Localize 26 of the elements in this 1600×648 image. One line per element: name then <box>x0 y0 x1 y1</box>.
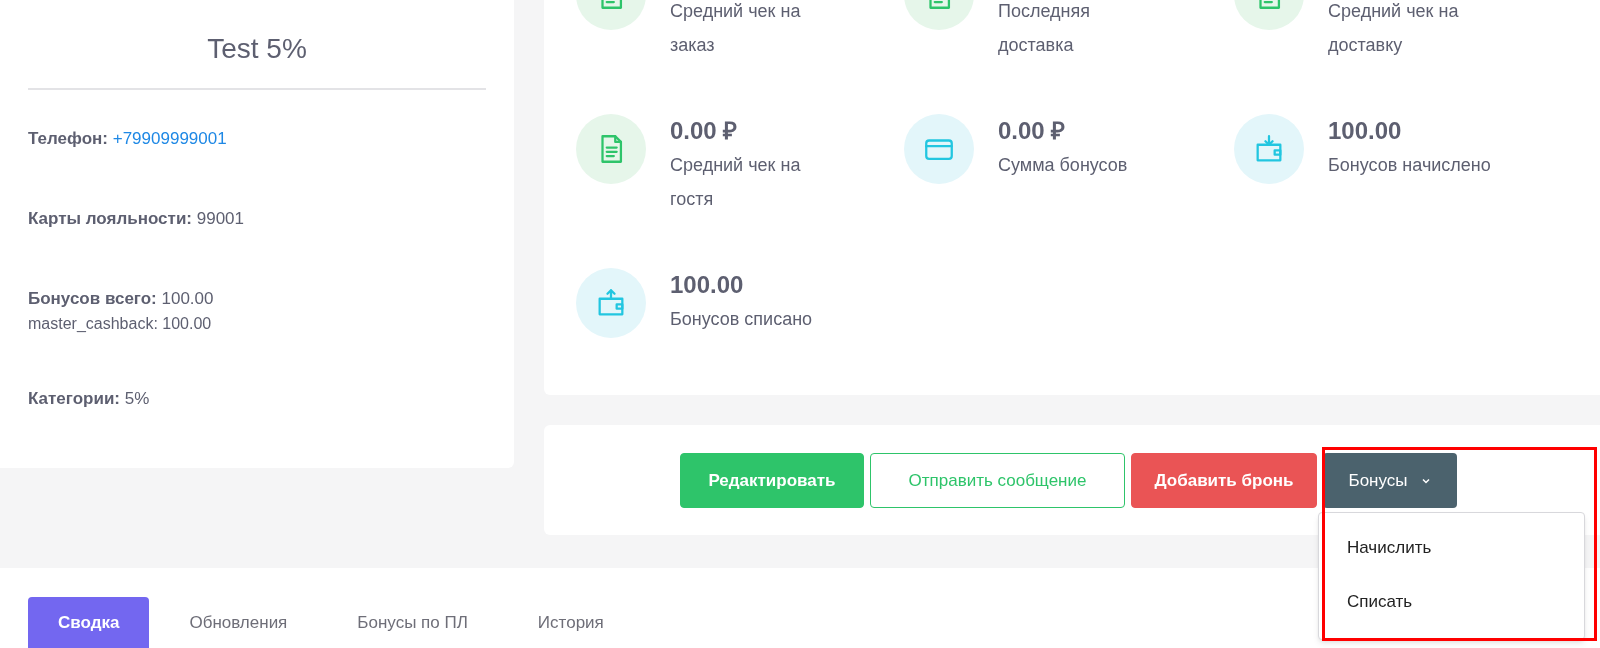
field-row-text: Категории: 5% <box>28 388 151 410</box>
menu-item[interactable]: Списать <box>1319 575 1584 629</box>
field-row-text: Бонусов всего: 100.00 <box>28 288 215 310</box>
stat-label: Средний чек на гостя <box>670 154 802 211</box>
stat-label: Бонусов списано <box>670 308 814 331</box>
tab[interactable]: Сводка <box>28 597 150 648</box>
stat-value: 0.00 ₽ <box>998 116 1067 146</box>
stat-label: Сумма бонусов <box>998 154 1129 177</box>
stat-value: 100.00 <box>1328 116 1403 146</box>
menu-item[interactable]: Начислить <box>1319 521 1584 575</box>
field-row-text: Телефон: +79909999001 <box>28 128 228 150</box>
field-subline: master_cashback: 100.00 <box>28 314 213 334</box>
dropdown-button[interactable]: Бонусы <box>1323 453 1457 508</box>
stat-label: Средний чек на заказ <box>670 0 802 57</box>
tab[interactable]: История <box>507 597 634 648</box>
stat-label: Бонусов начислено <box>1328 154 1492 177</box>
stat-value: 100.00 <box>670 270 745 300</box>
action-button[interactable]: Добавить бронь <box>1131 453 1317 508</box>
phone-link[interactable]: +79909999001 <box>112 129 227 148</box>
profile-name: Test 5% <box>28 28 486 90</box>
field-row-text: Карты лояльности: 99001 <box>28 208 245 230</box>
stat-label: Последняя доставка <box>998 0 1091 57</box>
tab[interactable]: Обновления <box>159 597 318 648</box>
stat-label: Средний чек на доставку <box>1328 0 1460 57</box>
stat-value: 0.00 ₽ <box>670 116 739 146</box>
tab[interactable]: Бонусы по ПЛ <box>327 597 498 648</box>
